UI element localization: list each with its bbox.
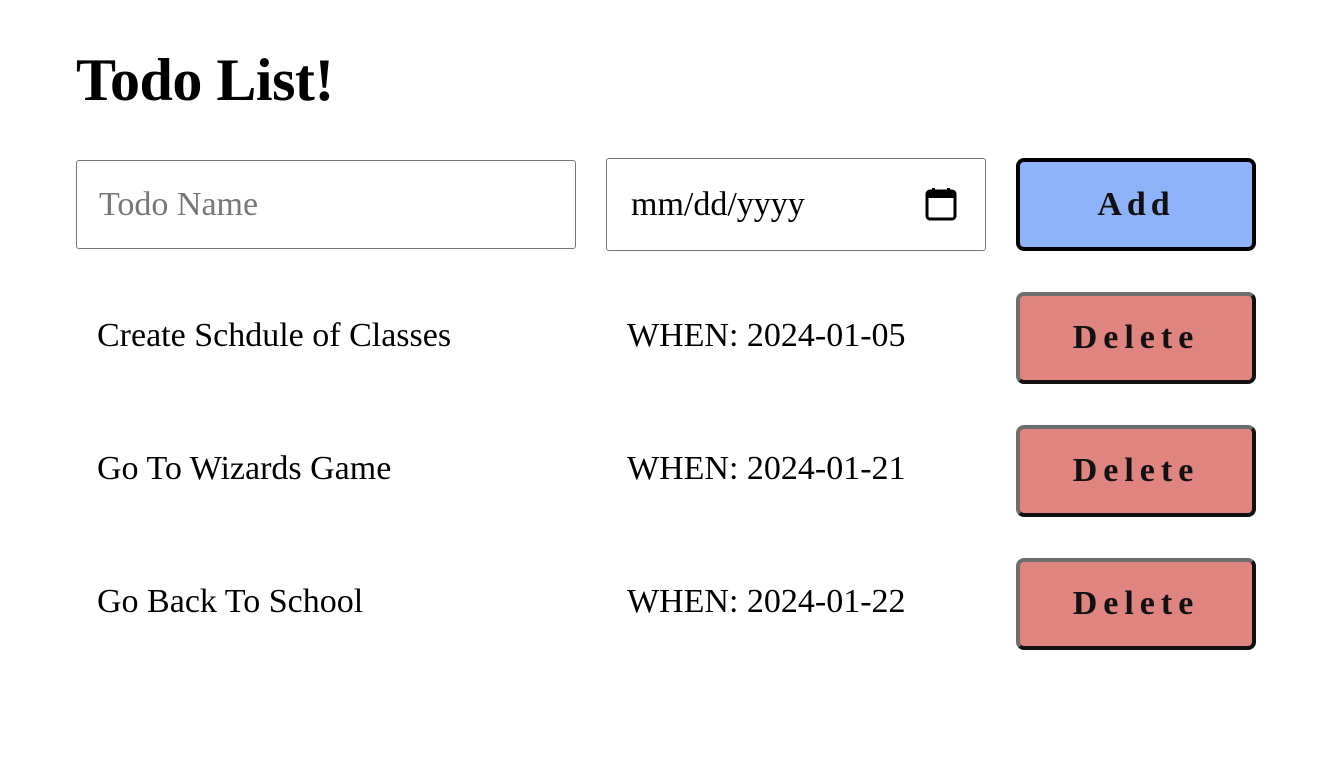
todo-name: Create Schdule of Classes — [97, 317, 452, 354]
todo-date-input[interactable]: mm/dd/yyyy — [606, 158, 986, 251]
todo-app: Todo List! mm/dd/yyyy Add Create Schdule… — [0, 0, 1342, 774]
page-title: Todo List! — [76, 47, 334, 113]
todo-date: WHEN: 2024-01-05 — [627, 317, 906, 354]
todo-name: Go Back To School — [97, 583, 364, 620]
todo-name: Go To Wizards Game — [97, 450, 392, 487]
todo-date: WHEN: 2024-01-22 — [627, 583, 906, 620]
delete-button[interactable]: Delete — [1016, 292, 1256, 384]
delete-button[interactable]: Delete — [1016, 425, 1256, 517]
todo-name-input[interactable] — [76, 160, 576, 249]
date-placeholder: mm/dd/yyyy — [631, 186, 805, 223]
calendar-icon[interactable] — [925, 187, 957, 221]
delete-button[interactable]: Delete — [1016, 558, 1256, 650]
todo-date: WHEN: 2024-01-21 — [627, 450, 906, 487]
todo-row: Create Schdule of Classes WHEN: 2024-01-… — [0, 292, 1342, 384]
add-button[interactable]: Add — [1016, 158, 1256, 251]
todo-row: Go To Wizards Game WHEN: 2024-01-21 Dele… — [0, 425, 1342, 517]
todo-row: Go Back To School WHEN: 2024-01-22 Delet… — [0, 558, 1342, 650]
